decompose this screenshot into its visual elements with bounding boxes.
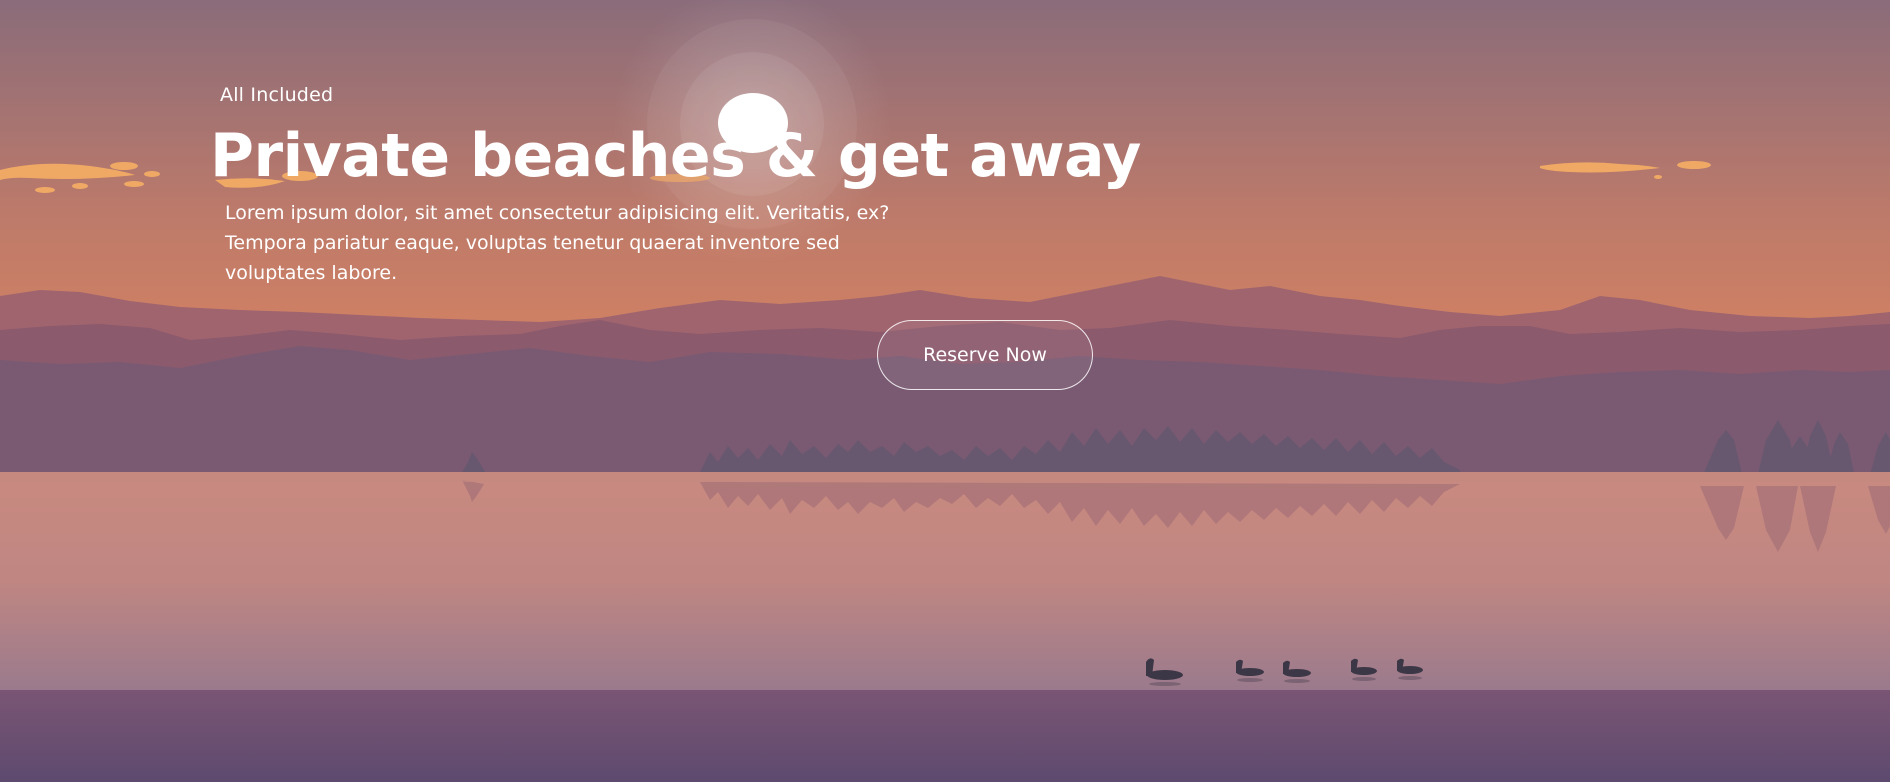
hero-title: Private beaches & get away [210,121,1141,191]
hero-eyebrow: All Included [220,84,334,106]
reserve-now-button[interactable]: Reserve Now [877,320,1093,390]
hero-section: All Included Private beaches & get away … [0,0,1890,782]
hero-description: Lorem ipsum dolor, sit amet consectetur … [225,202,890,284]
